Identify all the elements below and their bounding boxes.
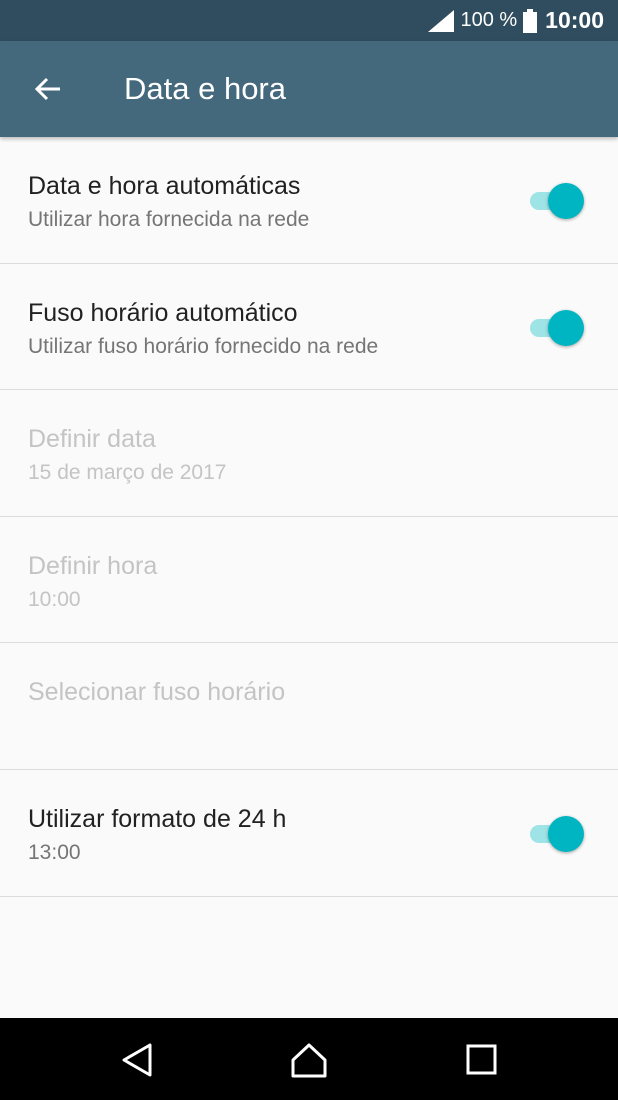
status-clock: 10:00	[545, 7, 604, 33]
status-bar: 100 % 10:00	[0, 0, 618, 41]
setting-auto-timezone[interactable]: Fuso horário automático Utilizar fuso ho…	[0, 264, 618, 391]
battery-icon	[523, 8, 538, 33]
settings-list: Data e hora automáticas Utilizar hora fo…	[0, 137, 618, 897]
setting-title: Selecionar fuso horário	[28, 678, 286, 707]
app-bar: Data e hora	[0, 41, 618, 137]
toggle-thumb	[548, 815, 584, 852]
toggle-thumb	[548, 309, 584, 346]
setting-summary: 13:00	[28, 840, 81, 864]
square-recents-icon[interactable]	[462, 1040, 502, 1080]
home-icon[interactable]	[289, 1040, 329, 1080]
back-button[interactable]	[30, 71, 66, 107]
setting-title: Fuso horário automático	[28, 298, 298, 327]
setting-set-time: Definir hora 10:00	[0, 517, 618, 644]
setting-title: Data e hora automáticas	[28, 172, 301, 200]
signal-icon	[428, 9, 455, 32]
setting-24h-format[interactable]: Utilizar formato de 24 h 13:00	[0, 770, 618, 897]
navigation-bar	[0, 1018, 618, 1100]
auto-date-time-toggle[interactable]	[530, 183, 584, 219]
toggle-thumb	[548, 183, 584, 219]
setting-set-date: Definir data 15 de março de 2017	[0, 390, 618, 517]
setting-summary: 15 de março de 2017	[28, 461, 227, 485]
setting-summary: 10:00	[28, 587, 81, 611]
setting-summary: Utilizar fuso horário fornecido na rede	[28, 334, 379, 358]
24h-format-toggle[interactable]	[530, 815, 584, 852]
arrow-left-icon	[34, 77, 60, 101]
setting-title: Definir data	[28, 425, 156, 454]
triangle-back-icon[interactable]	[118, 1040, 158, 1080]
setting-summary: Utilizar hora fornecida na rede	[28, 208, 310, 231]
setting-auto-date-time[interactable]: Data e hora automáticas Utilizar hora fo…	[0, 137, 618, 264]
battery-percent: 100 %	[460, 9, 518, 31]
page-title: Data e hora	[124, 71, 286, 106]
setting-title: Definir hora	[28, 551, 158, 580]
setting-select-timezone: Selecionar fuso horário	[0, 643, 618, 770]
auto-timezone-toggle[interactable]	[530, 309, 584, 346]
setting-title: Utilizar formato de 24 h	[28, 804, 287, 833]
